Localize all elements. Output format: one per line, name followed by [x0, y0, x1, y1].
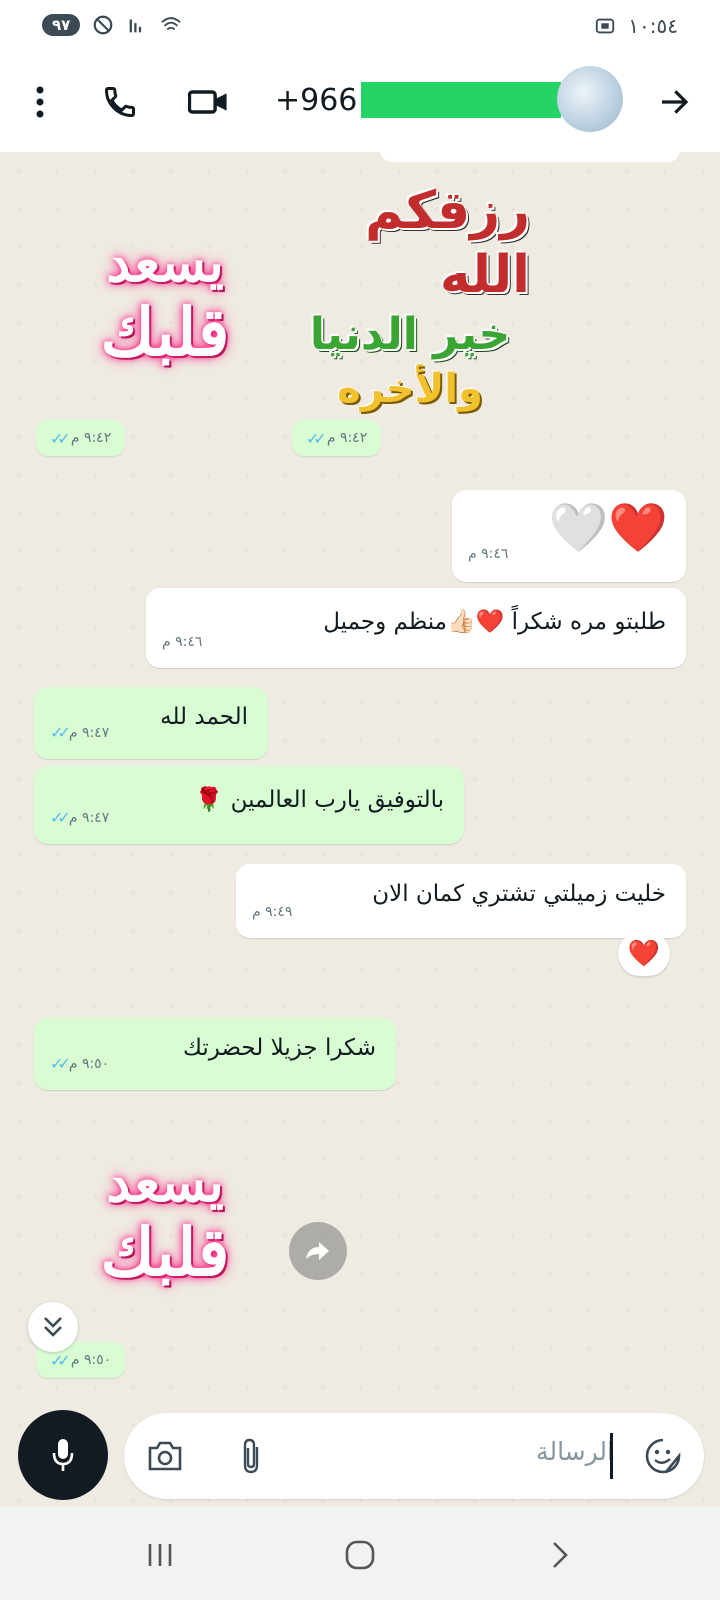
sticker[interactable]: رزقكم الله خير الدنيا والأخره — [290, 181, 530, 412]
microphone-icon — [52, 1439, 74, 1471]
text-cursor — [610, 1433, 613, 1479]
read-ticks-icon: ✓✓ — [50, 808, 71, 827]
redacted-block — [361, 82, 562, 118]
message-bubble[interactable]: الحمد لله ٩:٤٧ م ✓✓ — [34, 687, 268, 759]
read-ticks-icon: ✓✓ — [306, 428, 327, 448]
wifi-icon — [161, 17, 182, 31]
forward-icon — [306, 1242, 329, 1260]
read-ticks-icon: ✓✓ — [50, 428, 71, 448]
reaction-badge[interactable]: ❤️ — [618, 932, 670, 976]
read-ticks-icon: ✓✓ — [50, 1350, 71, 1370]
message-meta: ٩:٤٢ م ✓✓ — [36, 420, 126, 456]
screenshot-icon — [596, 18, 615, 34]
sticker-icon[interactable] — [642, 1435, 684, 1477]
message-bubble[interactable]: بالتوفيق يارب العالمين 🌹 ٩:٤٧ م ✓✓ — [34, 766, 464, 844]
sticker[interactable]: يسعد قلبك — [60, 182, 270, 412]
recent-apps-icon[interactable] — [140, 1535, 180, 1575]
back-icon[interactable] — [540, 1535, 580, 1575]
back-arrow-icon[interactable] — [654, 82, 694, 122]
home-icon[interactable] — [340, 1535, 380, 1575]
clock: ١٠:٥٤ — [628, 14, 678, 38]
message-bubble[interactable]: شكرا جزيلا لحضرتك ٩:٥٠ م ✓✓ — [34, 1018, 396, 1090]
video-call-icon[interactable] — [188, 82, 228, 122]
forward-button[interactable] — [289, 1222, 347, 1280]
double-chevron-down-icon — [44, 1317, 62, 1337]
signal-icon — [129, 19, 142, 33]
contact-name[interactable]: +966 — [275, 82, 562, 118]
do-not-disturb-icon — [93, 15, 113, 35]
more-options-icon[interactable] — [20, 82, 60, 122]
read-ticks-icon: ✓✓ — [50, 723, 71, 742]
system-nav-bar — [0, 1507, 720, 1600]
message-bubble[interactable]: ❤️🤍 ٩:٤٦ م — [452, 490, 686, 582]
avatar[interactable] — [557, 66, 623, 132]
chat-header: +966 — [0, 52, 720, 152]
read-ticks-icon: ✓✓ — [50, 1054, 71, 1073]
chat-area[interactable]: يسعد قلبك ٩:٤٢ م ✓✓ رزقكم الله خير الدني… — [0, 152, 720, 1507]
status-bar: ٩٧ ١٠:٥٤ — [0, 0, 720, 52]
message-bubble[interactable]: طلبتو مره شكراً ❤️👍🏻منظم وجميل ٩:٤٦ م — [146, 588, 686, 668]
battery-indicator: ٩٧ — [42, 14, 81, 36]
message-bubble[interactable]: خليت زميلتي تشتري كمان الان ٩:٤٩ م — [236, 864, 686, 938]
message-meta: ٩:٤٢ م ✓✓ — [292, 420, 382, 456]
camera-icon[interactable] — [144, 1435, 186, 1477]
message-fragment — [380, 152, 680, 162]
voice-call-icon[interactable] — [100, 82, 140, 122]
attach-icon[interactable] — [230, 1435, 272, 1477]
message-input[interactable]: الرسالة — [124, 1413, 704, 1499]
sticker[interactable]: يسعد قلبك — [60, 1102, 270, 1332]
voice-message-button[interactable] — [18, 1410, 108, 1500]
message-placeholder: الرسالة — [536, 1437, 614, 1466]
scroll-to-bottom-button[interactable] — [28, 1302, 78, 1352]
